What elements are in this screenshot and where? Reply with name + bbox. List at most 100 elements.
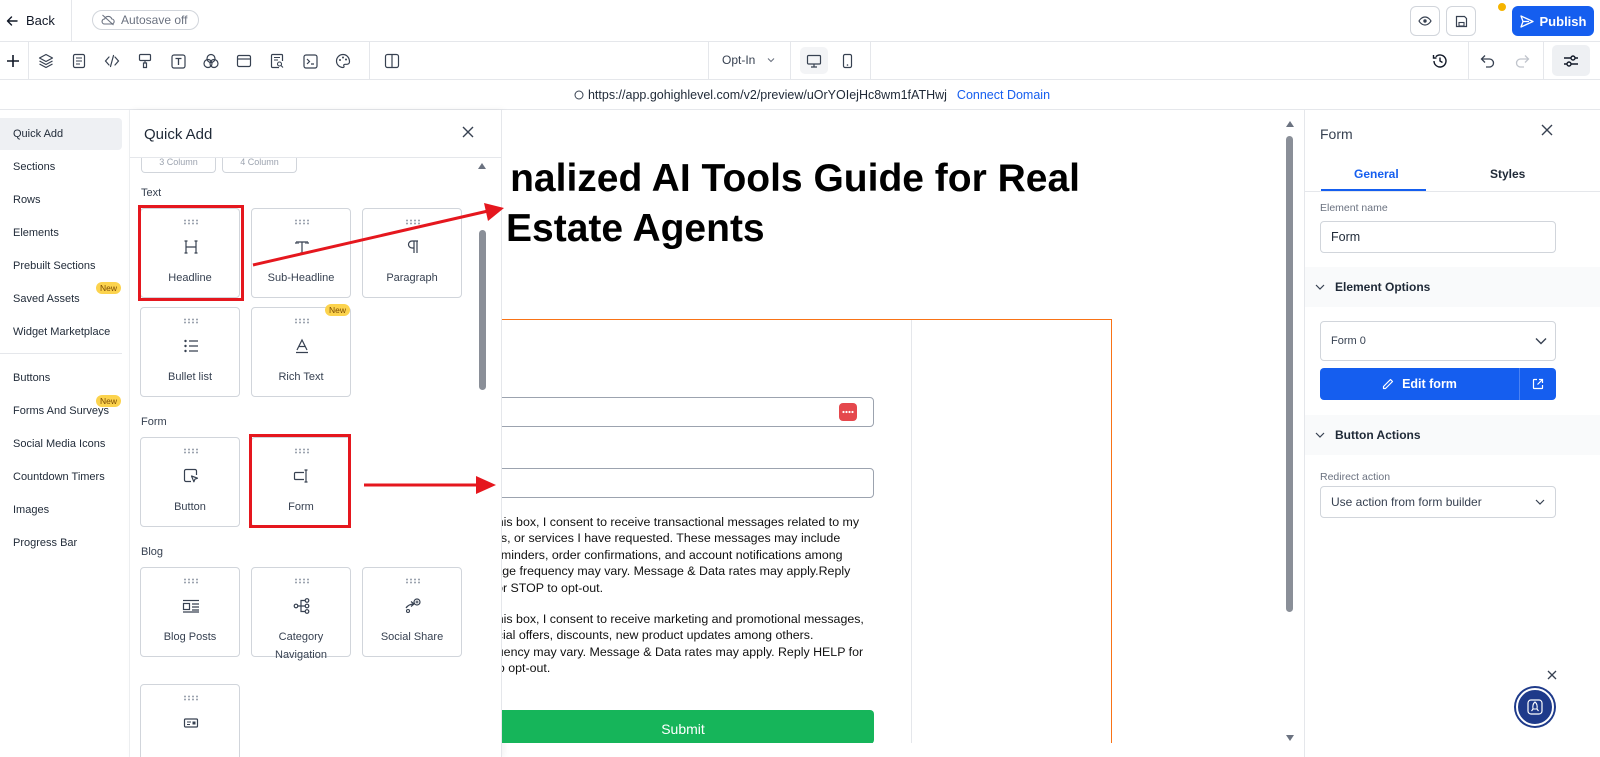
element-name-input[interactable]: Form bbox=[1320, 221, 1556, 253]
palette-icon[interactable] bbox=[333, 51, 353, 71]
rich-text-card[interactable]: Rich Text bbox=[251, 307, 351, 397]
edit-form-button[interactable]: Edit form bbox=[1320, 368, 1556, 400]
list-icon bbox=[179, 334, 203, 358]
settings-button[interactable] bbox=[1552, 45, 1590, 76]
help-assistant-button[interactable] bbox=[1516, 688, 1554, 726]
undo-icon[interactable] bbox=[1478, 51, 1498, 71]
edit-form-label: Edit form bbox=[1402, 377, 1457, 391]
close-icon[interactable] bbox=[1547, 670, 1559, 682]
open-external-button[interactable] bbox=[1520, 368, 1556, 400]
text-icon[interactable] bbox=[168, 51, 188, 71]
sub-headline-card[interactable]: Sub-Headline bbox=[251, 208, 351, 298]
form-input-field[interactable] bbox=[502, 397, 874, 427]
layout-icon[interactable] bbox=[234, 51, 254, 71]
autosave-toggle[interactable]: Autosave off bbox=[92, 10, 199, 30]
shapes-icon[interactable] bbox=[201, 51, 221, 71]
section-label-form: Form bbox=[141, 416, 167, 428]
category-prebuilt-sections[interactable]: Prebuilt Sections bbox=[0, 250, 122, 282]
scroll-down-icon[interactable] bbox=[1285, 734, 1295, 742]
divider bbox=[1543, 42, 1544, 79]
page-select[interactable]: Opt-In bbox=[722, 53, 775, 67]
preview-button[interactable] bbox=[1410, 6, 1440, 36]
chevron-down-icon bbox=[1315, 432, 1325, 438]
publish-label: Publish bbox=[1539, 13, 1587, 29]
save-button[interactable] bbox=[1446, 6, 1476, 36]
panel-scrollbar[interactable] bbox=[479, 230, 486, 390]
password-manager-icon[interactable] bbox=[839, 403, 857, 421]
publish-button[interactable]: Publish bbox=[1512, 6, 1594, 36]
consent-line: P to opt-out. bbox=[502, 661, 551, 676]
consent-line: ders, or services I have requested. Thes… bbox=[502, 531, 841, 546]
category-countdown-timers[interactable]: Countdown Timers bbox=[0, 461, 122, 493]
form-input-field[interactable] bbox=[502, 468, 874, 498]
terminal-icon[interactable] bbox=[300, 51, 320, 71]
category-progress-bar[interactable]: Progress Bar bbox=[0, 527, 122, 559]
mobile-icon[interactable] bbox=[837, 51, 857, 71]
divider bbox=[870, 42, 871, 79]
category-widget-marketplace[interactable]: Widget Marketplace bbox=[0, 316, 122, 348]
category-elements[interactable]: Elements bbox=[0, 217, 122, 249]
button-actions-header[interactable]: Button Actions bbox=[1305, 415, 1600, 455]
tab-styles[interactable]: Styles bbox=[1490, 167, 1525, 181]
paragraph-card[interactable]: Paragraph bbox=[362, 208, 462, 298]
category-quick-add[interactable]: Quick Add bbox=[0, 118, 122, 150]
blog-posts-card[interactable]: Blog Posts bbox=[140, 567, 240, 657]
new-badge: New bbox=[325, 304, 351, 316]
button-card[interactable]: Button bbox=[140, 437, 240, 527]
page-headline[interactable]: nalized AI Tools Guide for Real Estate A… bbox=[502, 154, 1140, 254]
form-element-selected[interactable]: g this box, I consent to receive transac… bbox=[502, 319, 1112, 743]
desktop-icon bbox=[806, 54, 822, 68]
redirect-action-select[interactable]: Use action from form builder bbox=[1320, 486, 1556, 518]
canvas-scrollbar[interactable] bbox=[1286, 136, 1293, 612]
layers-icon[interactable] bbox=[36, 51, 56, 71]
category-sections[interactable]: Sections bbox=[0, 151, 122, 183]
connect-domain-link[interactable]: Connect Domain bbox=[957, 88, 1050, 102]
close-icon[interactable] bbox=[1541, 124, 1557, 140]
scroll-up-icon[interactable] bbox=[1285, 120, 1295, 128]
form-select[interactable]: Form 0 bbox=[1320, 321, 1556, 361]
social-share-card[interactable]: Social Share bbox=[362, 567, 462, 657]
desktop-view-button[interactable] bbox=[800, 47, 828, 74]
edit-form-main[interactable]: Edit form bbox=[1320, 368, 1520, 400]
page-icon[interactable] bbox=[69, 51, 89, 71]
column-card-partial[interactable]: 3 Column bbox=[141, 158, 216, 173]
consent-line: ssage frequency may vary. Message & Data… bbox=[502, 564, 851, 579]
split-icon[interactable] bbox=[382, 51, 402, 71]
top-bar: Back Autosave off Publish bbox=[0, 0, 1600, 42]
share-icon bbox=[401, 594, 425, 618]
close-icon[interactable] bbox=[462, 126, 478, 142]
plus-icon[interactable] bbox=[3, 51, 23, 71]
tab-general[interactable]: General bbox=[1354, 167, 1399, 181]
category-social-media-icons[interactable]: Social Media Icons bbox=[0, 428, 122, 460]
category-buttons[interactable]: Buttons bbox=[0, 362, 122, 394]
card-label: Category Navigation bbox=[275, 631, 327, 661]
category-label: Progress Bar bbox=[13, 537, 78, 549]
scroll-up-icon[interactable] bbox=[477, 162, 487, 170]
preview-url[interactable]: https://app.gohighlevel.com/v2/preview/u… bbox=[588, 88, 947, 102]
element-options-header[interactable]: Element Options bbox=[1305, 267, 1600, 307]
search-page-icon[interactable] bbox=[267, 51, 287, 71]
element-name-value: Form bbox=[1331, 230, 1361, 244]
history-icon[interactable] bbox=[1430, 51, 1450, 71]
back-button[interactable]: Back bbox=[0, 0, 60, 41]
divider bbox=[369, 42, 370, 79]
back-label: Back bbox=[26, 13, 55, 28]
subheading-icon bbox=[290, 235, 314, 259]
redirect-action-value: Use action from form builder bbox=[1331, 495, 1482, 509]
column-divider bbox=[911, 320, 912, 743]
category-navigation-card[interactable]: Category Navigation bbox=[251, 567, 351, 661]
card-label: Blog Posts bbox=[163, 631, 217, 643]
drag-handle-icon bbox=[183, 318, 199, 324]
code-icon[interactable] bbox=[102, 51, 122, 71]
paint-icon[interactable] bbox=[135, 51, 155, 71]
submit-button[interactable]: Submit bbox=[502, 710, 874, 743]
category-label: Quick Add bbox=[13, 128, 64, 140]
redo-icon[interactable] bbox=[1512, 51, 1532, 71]
column-card-partial[interactable]: 4 Column bbox=[222, 158, 297, 173]
category-label: Elements bbox=[13, 227, 59, 239]
category-label: Images bbox=[13, 504, 50, 516]
category-rows[interactable]: Rows bbox=[0, 184, 122, 216]
blog-element-card[interactable] bbox=[140, 684, 240, 757]
category-images[interactable]: Images bbox=[0, 494, 122, 526]
bullet-list-card[interactable]: Bullet list bbox=[140, 307, 240, 397]
